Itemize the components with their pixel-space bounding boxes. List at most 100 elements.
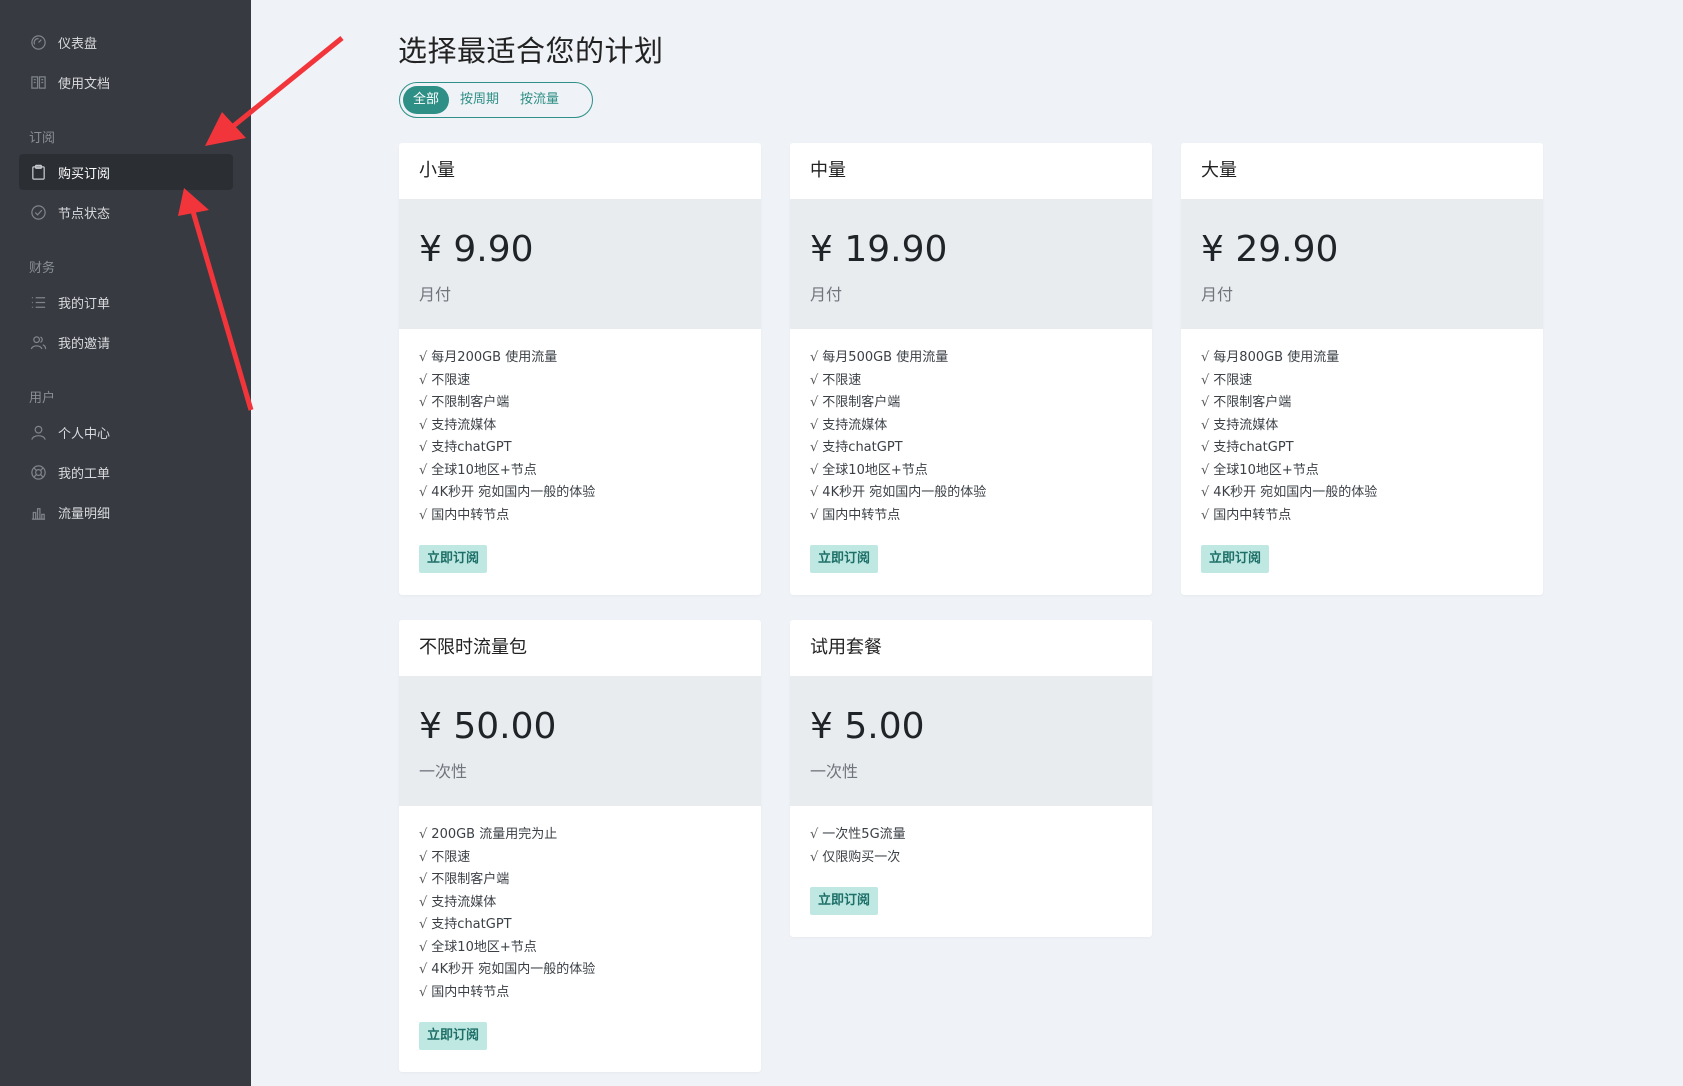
price-box: ¥ 5.00 一次性 (790, 676, 1152, 806)
plan-price: ¥ 5.00 (810, 706, 925, 747)
check-mark: √ (1201, 350, 1210, 365)
plan-period: 月付 (419, 285, 452, 304)
sidebar-item-my-orders[interactable]: 我的订单 (19, 284, 233, 320)
feature-list: √ 每月200GB 使用流量 √ 不限速 √ 不限制客户端 √ 支持流媒体 √ 支持cha… (399, 329, 761, 527)
feature-item: √ 4K秒开 宛如国内一般的体验 (419, 485, 596, 500)
check-mark: √ (419, 372, 428, 388)
plan-period: 月付 (1201, 285, 1234, 304)
check-mark: √ (1201, 440, 1210, 455)
plan-name: 大量 (1201, 160, 1237, 181)
plan-card-medium: 中量 ¥ 19.90 月付 √ 每月500GB 使用流量 √ 不限速 √ 不限制客户端… (790, 143, 1152, 595)
feature-item: √ 不限速 (419, 372, 471, 388)
feature-item: √ 支持chatGPT (419, 917, 512, 932)
feature-item: √ 不限制客户端 (419, 872, 510, 887)
sidebar: 仪表盘 使用文档 订阅 购买订阅 节点状态 财务 我的订单 我的邀请 用户 个人… (0, 0, 251, 1086)
feature-item: √ 支持流媒体 (419, 417, 497, 433)
feature-item: √ 支持chatGPT (810, 440, 903, 455)
clipboard-icon (29, 163, 47, 181)
subscribe-button[interactable]: 立即订阅 (810, 887, 879, 915)
feature-item: √ 国内中转节点 (1201, 507, 1292, 523)
sidebar-item-label: 个人中心 (58, 426, 111, 442)
plan-price: ¥ 50.00 (419, 706, 557, 747)
price-box: ¥ 50.00 一次性 (399, 676, 761, 806)
user-icon (29, 423, 47, 441)
filter-option-by-traffic[interactable]: 按流量 (510, 86, 569, 114)
feature-list: √ 每月500GB 使用流量 √ 不限速 √ 不限制客户端 √ 支持流媒体 √ 支持cha… (790, 329, 1152, 527)
sidebar-item-buy-subscription[interactable]: 购买订阅 (19, 154, 233, 190)
feature-item: √ 支持chatGPT (419, 440, 512, 455)
feature-item: √ 全球10地区+节点 (419, 462, 537, 478)
check-mark: √ (1201, 372, 1210, 388)
check-mark: √ (419, 827, 428, 842)
main-content: 选择最适合您的计划 全部 按周期 按流量 小量 ¥ 9.90 月付 √ 每月200… (251, 0, 1683, 1086)
check-mark: √ (1201, 485, 1210, 500)
feature-item: √ 全球10地区+节点 (1201, 462, 1319, 478)
sidebar-item-traffic-detail[interactable]: 流量明细 (19, 494, 233, 530)
check-mark: √ (419, 939, 428, 955)
book-icon (29, 73, 47, 91)
sidebar-item-node-status[interactable]: 节点状态 (19, 194, 233, 230)
plan-filter: 全部 按周期 按流量 (399, 82, 593, 118)
feature-item: √ 每月200GB 使用流量 (419, 350, 558, 365)
sidebar-item-label: 使用文档 (58, 76, 111, 92)
plan-price: ¥ 29.90 (1201, 229, 1339, 270)
feature-item: √ 支持流媒体 (1201, 417, 1279, 433)
price-box: ¥ 19.90 月付 (790, 199, 1152, 329)
subscribe-button[interactable]: 立即订阅 (1201, 545, 1270, 573)
sidebar-item-label: 流量明细 (58, 506, 111, 522)
check-mark: √ (810, 417, 819, 433)
subscribe-button[interactable]: 立即订阅 (810, 545, 879, 573)
feature-item: √ 全球10地区+节点 (419, 939, 537, 955)
check-mark: √ (419, 849, 428, 865)
sidebar-item-my-invites[interactable]: 我的邀请 (19, 324, 233, 360)
users-icon (29, 333, 47, 351)
feature-item: √ 支持chatGPT (1201, 440, 1294, 455)
feature-list: √ 每月800GB 使用流量 √ 不限速 √ 不限制客户端 √ 支持流媒体 √ 支持cha… (1181, 329, 1543, 527)
gauge-icon (29, 33, 47, 51)
list-icon (29, 293, 47, 311)
plan-name: 不限时流量包 (419, 637, 527, 658)
check-mark: √ (419, 507, 428, 523)
sidebar-item-profile[interactable]: 个人中心 (19, 414, 233, 450)
feature-item: √ 国内中转节点 (419, 984, 510, 1000)
nav-group-title-finance: 财务 (29, 261, 56, 276)
feature-item: √ 支持流媒体 (419, 894, 497, 910)
sidebar-item-label: 我的邀请 (58, 336, 111, 352)
feature-item: √ 每月800GB 使用流量 (1201, 350, 1340, 365)
filter-option-all[interactable]: 全部 (403, 86, 450, 114)
subscribe-button[interactable]: 立即订阅 (419, 1022, 488, 1050)
check-mark: √ (419, 395, 428, 410)
feature-item: √ 200GB 流量用完为止 (419, 827, 558, 842)
feature-item: √ 国内中转节点 (810, 507, 901, 523)
plan-period: 一次性 (419, 762, 468, 781)
sidebar-item-dashboard[interactable]: 仪表盘 (19, 24, 233, 60)
check-mark: √ (419, 440, 428, 455)
sidebar-item-tickets[interactable]: 我的工单 (19, 454, 233, 490)
filter-option-by-period[interactable]: 按周期 (450, 86, 509, 114)
feature-item: √ 全球10地区+节点 (810, 462, 928, 478)
bar-chart-icon (29, 503, 47, 521)
feature-item: √ 不限制客户端 (419, 395, 510, 410)
plan-name: 中量 (810, 160, 846, 181)
feature-list: √ 200GB 流量用完为止 √ 不限速 √ 不限制客户端 √ 支持流媒体 √ 支持cha… (399, 806, 761, 1004)
feature-item: √ 一次性5G流量 (810, 827, 906, 842)
feature-item: √ 仅限购买一次 (810, 849, 901, 865)
check-mark: √ (810, 462, 819, 478)
plan-card-small: 小量 ¥ 9.90 月付 √ 每月200GB 使用流量 √ 不限速 √ 不限制客户端 … (399, 143, 761, 595)
check-mark: √ (419, 350, 428, 365)
check-mark: √ (419, 872, 428, 887)
check-mark: √ (810, 350, 819, 365)
check-mark: √ (810, 485, 819, 500)
check-mark: √ (419, 984, 428, 1000)
plan-card-unlimited-time: 不限时流量包 ¥ 50.00 一次性 √ 200GB 流量用完为止 √ 不限速 √ 不… (399, 620, 761, 1072)
check-mark: √ (419, 417, 428, 433)
subscribe-button[interactable]: 立即订阅 (419, 545, 488, 573)
check-mark: √ (419, 894, 428, 910)
plan-price: ¥ 19.90 (810, 229, 948, 270)
feature-item: √ 4K秒开 宛如国内一般的体验 (810, 485, 987, 500)
check-circle-icon (29, 203, 47, 221)
plan-name: 试用套餐 (810, 637, 882, 658)
price-box: ¥ 29.90 月付 (1181, 199, 1543, 329)
sidebar-item-docs[interactable]: 使用文档 (19, 64, 233, 100)
plan-price: ¥ 9.90 (419, 229, 534, 270)
